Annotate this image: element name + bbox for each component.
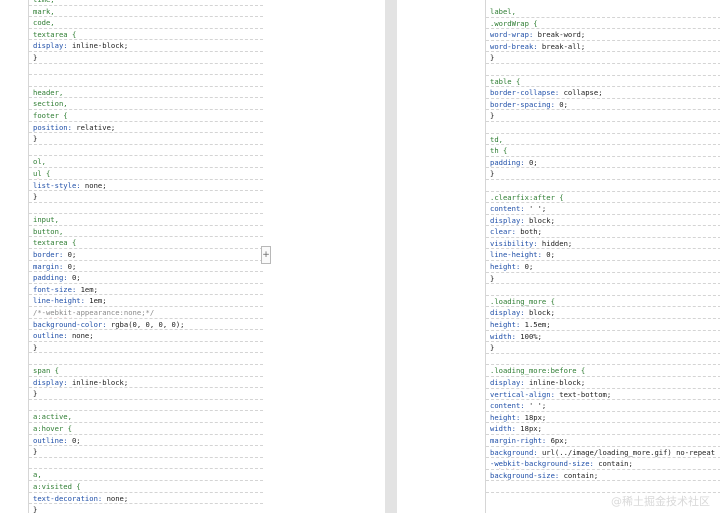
- left-code-line[interactable]: }: [29, 504, 263, 513]
- right-code-line[interactable]: height: 18px;: [486, 412, 720, 424]
- left-code-line[interactable]: font-size: 1em;: [29, 284, 263, 296]
- right-code-line[interactable]: padding: 0;: [486, 157, 720, 169]
- right-code-line[interactable]: content: ' ';: [486, 203, 720, 215]
- code-lines-right: label, .wordWrap {word-wrap: break-word; w…: [486, 6, 720, 493]
- right-code-line[interactable]: line-height: 0;: [486, 249, 720, 262]
- right-code-line[interactable]: visibility: hidden;: [486, 238, 720, 250]
- left-code-line[interactable]: mark,: [29, 6, 263, 18]
- right-code-line[interactable]: display: block;: [486, 307, 720, 320]
- left-code-line[interactable]: input,: [29, 214, 263, 226]
- right-code-line[interactable]: table {: [486, 76, 720, 88]
- right-code-line[interactable]: content: ' ';: [486, 400, 720, 412]
- page-divider: [385, 0, 397, 513]
- left-code-line[interactable]: code,: [29, 17, 263, 29]
- left-code-line[interactable]: /*-webkit-appearance:none;*/: [29, 307, 263, 319]
- document-page-right[interactable]: label, .wordWrap {word-wrap: break-word; w…: [485, 0, 720, 513]
- code-lines-left: time,mark,code,textarea {display: inline…: [29, 0, 263, 513]
- page-gap: [263, 0, 385, 513]
- left-code-line[interactable]: [29, 64, 263, 76]
- right-code-line[interactable]: .loading_more {: [486, 296, 720, 308]
- left-code-line[interactable]: a:visited {: [29, 481, 263, 493]
- right-code-line[interactable]: vertical-align: text-bottom;: [486, 389, 720, 401]
- left-code-line[interactable]: }: [29, 133, 263, 145]
- left-code-line[interactable]: section,: [29, 98, 263, 110]
- left-code-line[interactable]: a:active,: [29, 411, 263, 423]
- right-code-line[interactable]: }: [486, 273, 720, 285]
- right-code-line[interactable]: }: [486, 342, 720, 354]
- left-code-line[interactable]: outline: 0;: [29, 435, 263, 447]
- right-code-line[interactable]: display: inline-block;: [486, 377, 720, 389]
- left-code-line[interactable]: margin: 0;: [29, 261, 263, 273]
- left-code-line[interactable]: a:hover {: [29, 423, 263, 435]
- left-code-line[interactable]: }: [29, 446, 263, 458]
- right-code-line[interactable]: [486, 354, 720, 366]
- left-code-line[interactable]: ul {: [29, 168, 263, 180]
- left-code-line[interactable]: padding: 0;: [29, 272, 263, 284]
- left-code-line[interactable]: }: [29, 191, 263, 203]
- document-page-left[interactable]: time,mark,code,textarea {display: inline…: [28, 0, 264, 513]
- left-code-line[interactable]: [29, 203, 263, 215]
- left-code-line[interactable]: button,: [29, 226, 263, 238]
- right-code-line[interactable]: }: [486, 110, 720, 122]
- right-code-line[interactable]: height: 0;: [486, 261, 720, 273]
- left-code-line[interactable]: position: relative;: [29, 122, 263, 134]
- right-code-line[interactable]: clear: both;: [486, 226, 720, 238]
- right-code-line[interactable]: .clearfix:after {: [486, 192, 720, 204]
- left-code-line[interactable]: }: [29, 342, 263, 354]
- right-code-line[interactable]: [486, 481, 720, 493]
- right-code-line[interactable]: -webkit-background-size: contain;: [486, 458, 720, 470]
- right-code-line[interactable]: .loading_more:before {: [486, 365, 720, 377]
- right-code-line[interactable]: border-spacing: 0;: [486, 99, 720, 111]
- left-code-line[interactable]: textarea {: [29, 29, 263, 41]
- right-code-line[interactable]: }: [486, 168, 720, 180]
- left-code-line[interactable]: header,: [29, 87, 263, 99]
- right-code-line[interactable]: [486, 284, 720, 296]
- left-code-line[interactable]: background-color: rgba(0, 0, 0, 0);: [29, 319, 263, 331]
- left-code-line[interactable]: [29, 353, 263, 365]
- left-code-line[interactable]: text-decoration: none;: [29, 493, 263, 505]
- left-code-line[interactable]: display: inline-block;: [29, 377, 263, 389]
- right-code-line[interactable]: [486, 180, 720, 192]
- left-code-line[interactable]: [29, 145, 263, 157]
- left-code-line[interactable]: footer {: [29, 110, 263, 122]
- left-code-line[interactable]: textarea {: [29, 237, 263, 250]
- left-code-line[interactable]: a,: [29, 469, 263, 481]
- right-code-line[interactable]: margin-right: 6px;: [486, 435, 720, 447]
- right-code-line[interactable]: background: url(../image/loading_more.gi…: [486, 447, 720, 459]
- right-code-line[interactable]: word-wrap: break-word;: [486, 29, 720, 41]
- left-code-line[interactable]: [29, 400, 263, 412]
- left-code-line[interactable]: outline: none;: [29, 330, 263, 342]
- left-code-line[interactable]: ol,: [29, 156, 263, 168]
- left-code-line[interactable]: border: 0;: [29, 249, 263, 261]
- left-code-line[interactable]: span {: [29, 365, 263, 377]
- right-code-line[interactable]: word-break: break-all;: [486, 41, 720, 53]
- right-code-line[interactable]: }: [486, 52, 720, 64]
- left-code-line[interactable]: [29, 75, 263, 87]
- watermark: @稀土掘金技术社区: [611, 495, 710, 508]
- left-code-line[interactable]: display: inline-block;: [29, 40, 263, 52]
- right-code-line[interactable]: width: 18px;: [486, 423, 720, 435]
- right-code-line[interactable]: display: block;: [486, 215, 720, 227]
- left-margin: [0, 0, 28, 513]
- left-code-line[interactable]: [29, 458, 263, 470]
- left-code-line[interactable]: }: [29, 52, 263, 64]
- right-code-line[interactable]: width: 100%;: [486, 331, 720, 343]
- right-code-line[interactable]: th {: [486, 145, 720, 157]
- right-code-line[interactable]: background-size: contain;: [486, 470, 720, 482]
- left-code-line[interactable]: line-height: 1em;: [29, 295, 263, 308]
- right-code-line[interactable]: border-collapse: collapse;: [486, 87, 720, 99]
- left-code-line[interactable]: list-style: none;: [29, 180, 263, 192]
- right-code-line[interactable]: .wordWrap {: [486, 18, 720, 30]
- add-comment-button[interactable]: +: [261, 246, 271, 264]
- right-code-line[interactable]: height: 1.5em;: [486, 319, 720, 331]
- left-code-line[interactable]: }: [29, 388, 263, 400]
- right-code-line[interactable]: td,: [486, 134, 720, 146]
- right-code-line[interactable]: [486, 122, 720, 134]
- right-code-line[interactable]: label,: [486, 6, 720, 18]
- page-gap-right: [397, 0, 485, 513]
- right-code-line[interactable]: [486, 64, 720, 76]
